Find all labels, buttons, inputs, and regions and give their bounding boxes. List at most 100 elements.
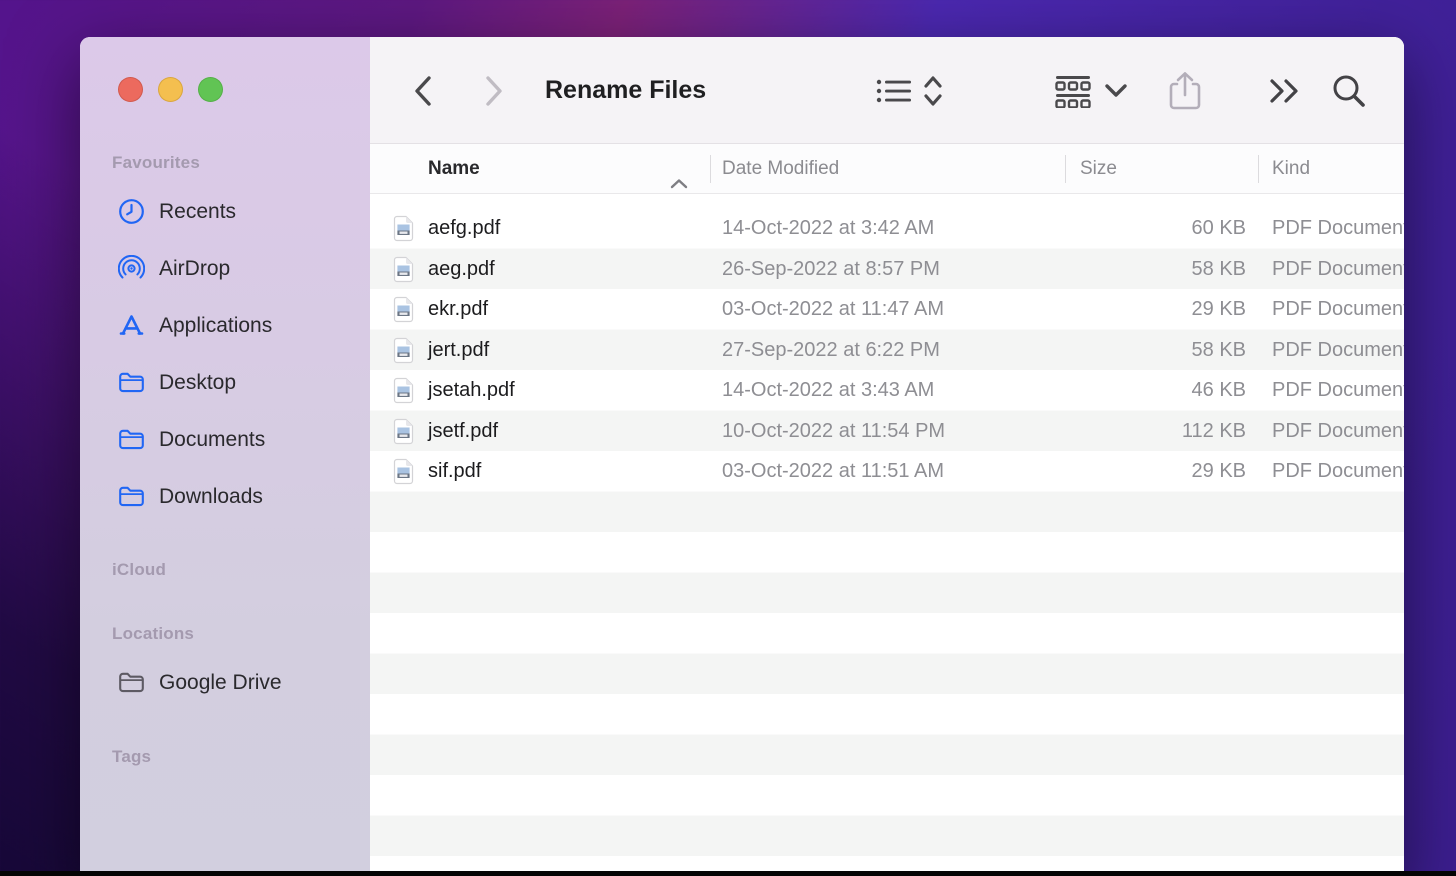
sidebar-item-google-drive[interactable]: Google Drive [80, 654, 370, 711]
pdf-file-icon [392, 418, 415, 445]
sidebar-section-locations: Locations Google Drive [80, 622, 370, 711]
file-date-modified: 14-Oct-2022 at 3:42 AM [722, 208, 934, 249]
file-name: aeg.pdf [428, 249, 495, 290]
double-chevron-icon [1268, 77, 1302, 105]
chevron-down-icon [1104, 83, 1128, 99]
pdf-file-icon [392, 458, 415, 485]
sidebar-item-downloads[interactable]: Downloads [80, 468, 370, 525]
file-date-modified: 10-Oct-2022 at 11:54 PM [722, 411, 945, 452]
file-name: jsetf.pdf [428, 411, 498, 452]
file-date-modified: 27-Sep-2022 at 6:22 PM [722, 330, 940, 371]
clock-icon [118, 198, 145, 225]
file-date-modified: 03-Oct-2022 at 11:51 AM [722, 451, 944, 492]
file-name: ekr.pdf [428, 289, 488, 330]
folder-icon [118, 426, 145, 453]
file-size: 112 KB [1065, 411, 1246, 452]
column-header-date-modified[interactable]: Date Modified [722, 144, 839, 194]
sidebar-section-label: Tags [112, 745, 370, 769]
minimize-button[interactable] [158, 77, 183, 102]
search-button[interactable] [1330, 37, 1368, 144]
file-kind: PDF Document [1272, 451, 1404, 492]
sidebar-item-label: Desktop [159, 371, 236, 395]
group-by-button[interactable] [1054, 37, 1128, 144]
sidebar-section-favourites: Favourites Recents AirDrop Applications Des… [80, 151, 370, 525]
sidebar-section-label: Locations [112, 622, 370, 646]
file-kind: PDF Document [1272, 208, 1404, 249]
pdf-file-icon [392, 337, 415, 364]
file-row[interactable]: aeg.pdf 26-Sep-2022 at 8:57 PM 58 KB PDF Do… [370, 249, 1404, 290]
sidebar-section-tags: Tags [80, 745, 370, 769]
file-name: aefg.pdf [428, 208, 500, 249]
sidebar-section-icloud: iCloud [80, 558, 370, 582]
view-mode-button[interactable] [876, 37, 944, 144]
file-row[interactable]: sif.pdf 03-Oct-2022 at 11:51 AM 29 KB PDF D… [370, 451, 1404, 492]
file-kind: PDF Document [1272, 330, 1404, 371]
sidebar-item-label: Recents [159, 200, 236, 224]
sidebar-section-label: iCloud [112, 558, 370, 582]
pdf-file-icon [392, 256, 415, 283]
sidebar-item-airdrop[interactable]: AirDrop [80, 240, 370, 297]
sidebar-item-label: AirDrop [159, 257, 230, 281]
file-size: 60 KB [1065, 208, 1246, 249]
sidebar-item-documents[interactable]: Documents [80, 411, 370, 468]
file-kind: PDF Document [1272, 370, 1404, 411]
file-row[interactable]: ekr.pdf 03-Oct-2022 at 11:47 AM 29 KB PDF D… [370, 289, 1404, 330]
file-size: 29 KB [1065, 289, 1246, 330]
zoom-button[interactable] [198, 77, 223, 102]
file-kind: PDF Document [1272, 289, 1404, 330]
group-items-icon [1054, 74, 1092, 108]
column-header-name[interactable]: Name [428, 144, 480, 194]
appstore-icon [118, 312, 145, 339]
up-down-chevrons-icon [922, 74, 944, 108]
file-row[interactable]: jert.pdf 27-Sep-2022 at 6:22 PM 58 KB PDF D… [370, 330, 1404, 371]
window-controls [118, 77, 223, 102]
column-divider[interactable] [1258, 155, 1259, 183]
file-kind: PDF Document [1272, 249, 1404, 290]
airdrop-icon [118, 255, 145, 282]
finder-window: Favourites Recents AirDrop Applications Des… [80, 37, 1404, 876]
forward-button[interactable] [483, 37, 505, 144]
folder-icon [118, 369, 145, 396]
folder-muted-icon [118, 669, 145, 696]
pdf-file-icon [392, 215, 415, 242]
column-divider[interactable] [1065, 155, 1066, 183]
column-divider[interactable] [710, 155, 711, 183]
sidebar-item-recents[interactable]: Recents [80, 183, 370, 240]
sidebar: Favourites Recents AirDrop Applications Des… [80, 37, 370, 876]
sidebar-item-desktop[interactable]: Desktop [80, 354, 370, 411]
file-name: jert.pdf [428, 330, 489, 371]
file-row[interactable]: jsetf.pdf10-Oct-2022 at 11:54 PM112 KBPD… [370, 411, 1404, 452]
list-view-icon [876, 77, 912, 105]
folder-icon [118, 483, 145, 510]
back-button[interactable] [412, 37, 434, 144]
file-row[interactable]: aefg.pdf 14-Oct-2022 at 3:42 AM 60 KB PDF D… [370, 208, 1404, 249]
sidebar-item-label: Documents [159, 428, 265, 452]
sidebar-item-label: Applications [159, 314, 272, 338]
sidebar-item-applications[interactable]: Applications [80, 297, 370, 354]
main-pane: Rename Files [370, 37, 1404, 876]
column-header-kind[interactable]: Kind [1272, 144, 1310, 194]
close-button[interactable] [118, 77, 143, 102]
file-date-modified: 26-Sep-2022 at 8:57 PM [722, 249, 940, 290]
file-date-modified: 14-Oct-2022 at 3:43 AM [722, 370, 934, 411]
sidebar-section-label: Favourites [112, 151, 370, 175]
magnifier-icon [1330, 72, 1368, 110]
pdf-file-icon [392, 296, 415, 323]
file-date-modified: 03-Oct-2022 at 11:47 AM [722, 289, 944, 330]
table-header: Name Date Modified Size Kind [370, 144, 1404, 194]
file-row[interactable]: jsetah.pdf14-Oct-2022 at 3:43 AM46 KBPDF… [370, 370, 1404, 411]
sidebar-item-label: Downloads [159, 485, 263, 509]
share-button[interactable] [1168, 37, 1202, 144]
file-size: 58 KB [1065, 330, 1246, 371]
window-title: Rename Files [545, 37, 706, 144]
file-size: 58 KB [1065, 249, 1246, 290]
file-size: 29 KB [1065, 451, 1246, 492]
column-header-size[interactable]: Size [1080, 144, 1117, 194]
chevron-right-icon [483, 74, 505, 108]
toolbar: Rename Files [370, 37, 1404, 144]
file-name: sif.pdf [428, 451, 481, 492]
share-icon [1168, 70, 1202, 112]
more-toolbar-items-button[interactable] [1268, 37, 1302, 144]
sort-ascending-icon [670, 160, 688, 210]
pdf-file-icon [392, 377, 415, 404]
